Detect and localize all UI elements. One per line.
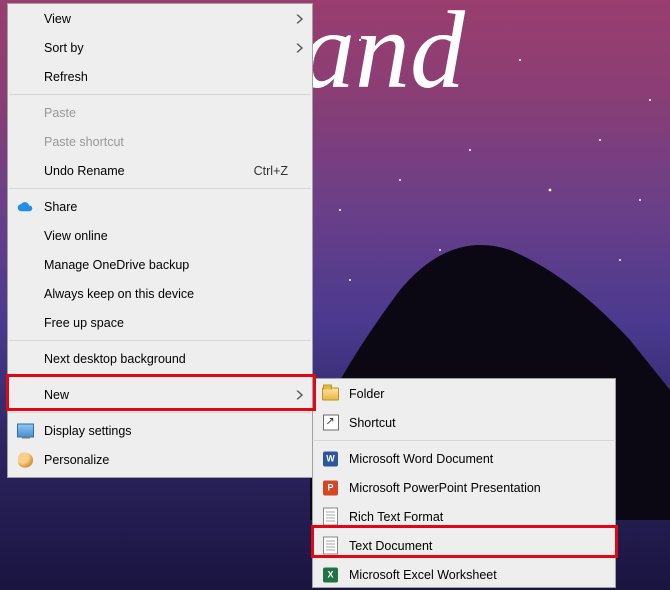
submenu-word-label: Microsoft Word Document: [349, 452, 591, 466]
submenu-xls-label: Microsoft Excel Worksheet: [349, 568, 591, 582]
menu-view-label: View: [44, 12, 288, 26]
menu-personalize[interactable]: Personalize: [8, 445, 312, 474]
folder-icon: [322, 385, 339, 402]
submenu-ppt-label: Microsoft PowerPoint Presentation: [349, 481, 591, 495]
menu-next-desktop-bg[interactable]: Next desktop background: [8, 344, 312, 373]
menu-free-up-space-label: Free up space: [44, 316, 288, 330]
menu-paste-label: Paste: [44, 106, 288, 120]
menu-refresh[interactable]: Refresh: [8, 62, 312, 91]
menu-always-keep-label: Always keep on this device: [44, 287, 288, 301]
submenu-ppt[interactable]: P Microsoft PowerPoint Presentation: [313, 473, 615, 502]
menu-sort-by-label: Sort by: [44, 41, 288, 55]
menu-undo-rename[interactable]: Undo Rename Ctrl+Z: [8, 156, 312, 185]
menu-manage-onedrive-label: Manage OneDrive backup: [44, 258, 288, 272]
menu-view-online[interactable]: View online: [8, 221, 312, 250]
rtf-icon: [322, 508, 339, 525]
menu-refresh-label: Refresh: [44, 70, 288, 84]
powerpoint-icon: P: [322, 479, 339, 496]
menu-manage-onedrive[interactable]: Manage OneDrive backup: [8, 250, 312, 279]
menu-undo-rename-accel: Ctrl+Z: [254, 164, 288, 178]
submenu-word[interactable]: W Microsoft Word Document: [313, 444, 615, 473]
menu-separator: [9, 340, 311, 341]
submenu-folder[interactable]: Folder: [313, 379, 615, 408]
menu-always-keep[interactable]: Always keep on this device: [8, 279, 312, 308]
menu-free-up-space[interactable]: Free up space: [8, 308, 312, 337]
menu-undo-rename-label: Undo Rename: [44, 164, 254, 178]
cloud-icon: [17, 198, 34, 215]
word-icon: W: [322, 450, 339, 467]
submenu-rtf-label: Rich Text Format: [349, 510, 591, 524]
menu-paste: Paste: [8, 98, 312, 127]
submenu-shortcut-label: Shortcut: [349, 416, 591, 430]
wallpaper-script-text: and: [300, 0, 465, 105]
menu-display-settings[interactable]: Display settings: [8, 416, 312, 445]
menu-separator: [9, 412, 311, 413]
menu-separator: [314, 440, 614, 441]
menu-sort-by[interactable]: Sort by: [8, 33, 312, 62]
submenu-folder-label: Folder: [349, 387, 591, 401]
personalize-icon: [17, 451, 34, 468]
excel-icon: X: [322, 566, 339, 583]
menu-next-desktop-bg-label: Next desktop background: [44, 352, 288, 366]
menu-view[interactable]: View: [8, 4, 312, 33]
menu-separator: [9, 94, 311, 95]
submenu-shortcut[interactable]: Shortcut: [313, 408, 615, 437]
menu-share[interactable]: Share: [8, 192, 312, 221]
chevron-right-icon: [295, 43, 304, 52]
chevron-right-icon: [295, 14, 304, 23]
menu-paste-shortcut: Paste shortcut: [8, 127, 312, 156]
highlight-new: [6, 374, 316, 411]
highlight-text-document: [311, 525, 618, 558]
desktop-wallpaper: and View Sort by Refresh Paste Paste sho…: [0, 0, 670, 590]
menu-separator: [9, 188, 311, 189]
monitor-icon: [17, 422, 34, 439]
menu-personalize-label: Personalize: [44, 453, 288, 467]
menu-paste-shortcut-label: Paste shortcut: [44, 135, 288, 149]
menu-view-online-label: View online: [44, 229, 288, 243]
menu-share-label: Share: [44, 200, 288, 214]
menu-display-settings-label: Display settings: [44, 424, 288, 438]
submenu-xls[interactable]: X Microsoft Excel Worksheet: [313, 560, 615, 589]
shortcut-icon: [322, 414, 339, 431]
